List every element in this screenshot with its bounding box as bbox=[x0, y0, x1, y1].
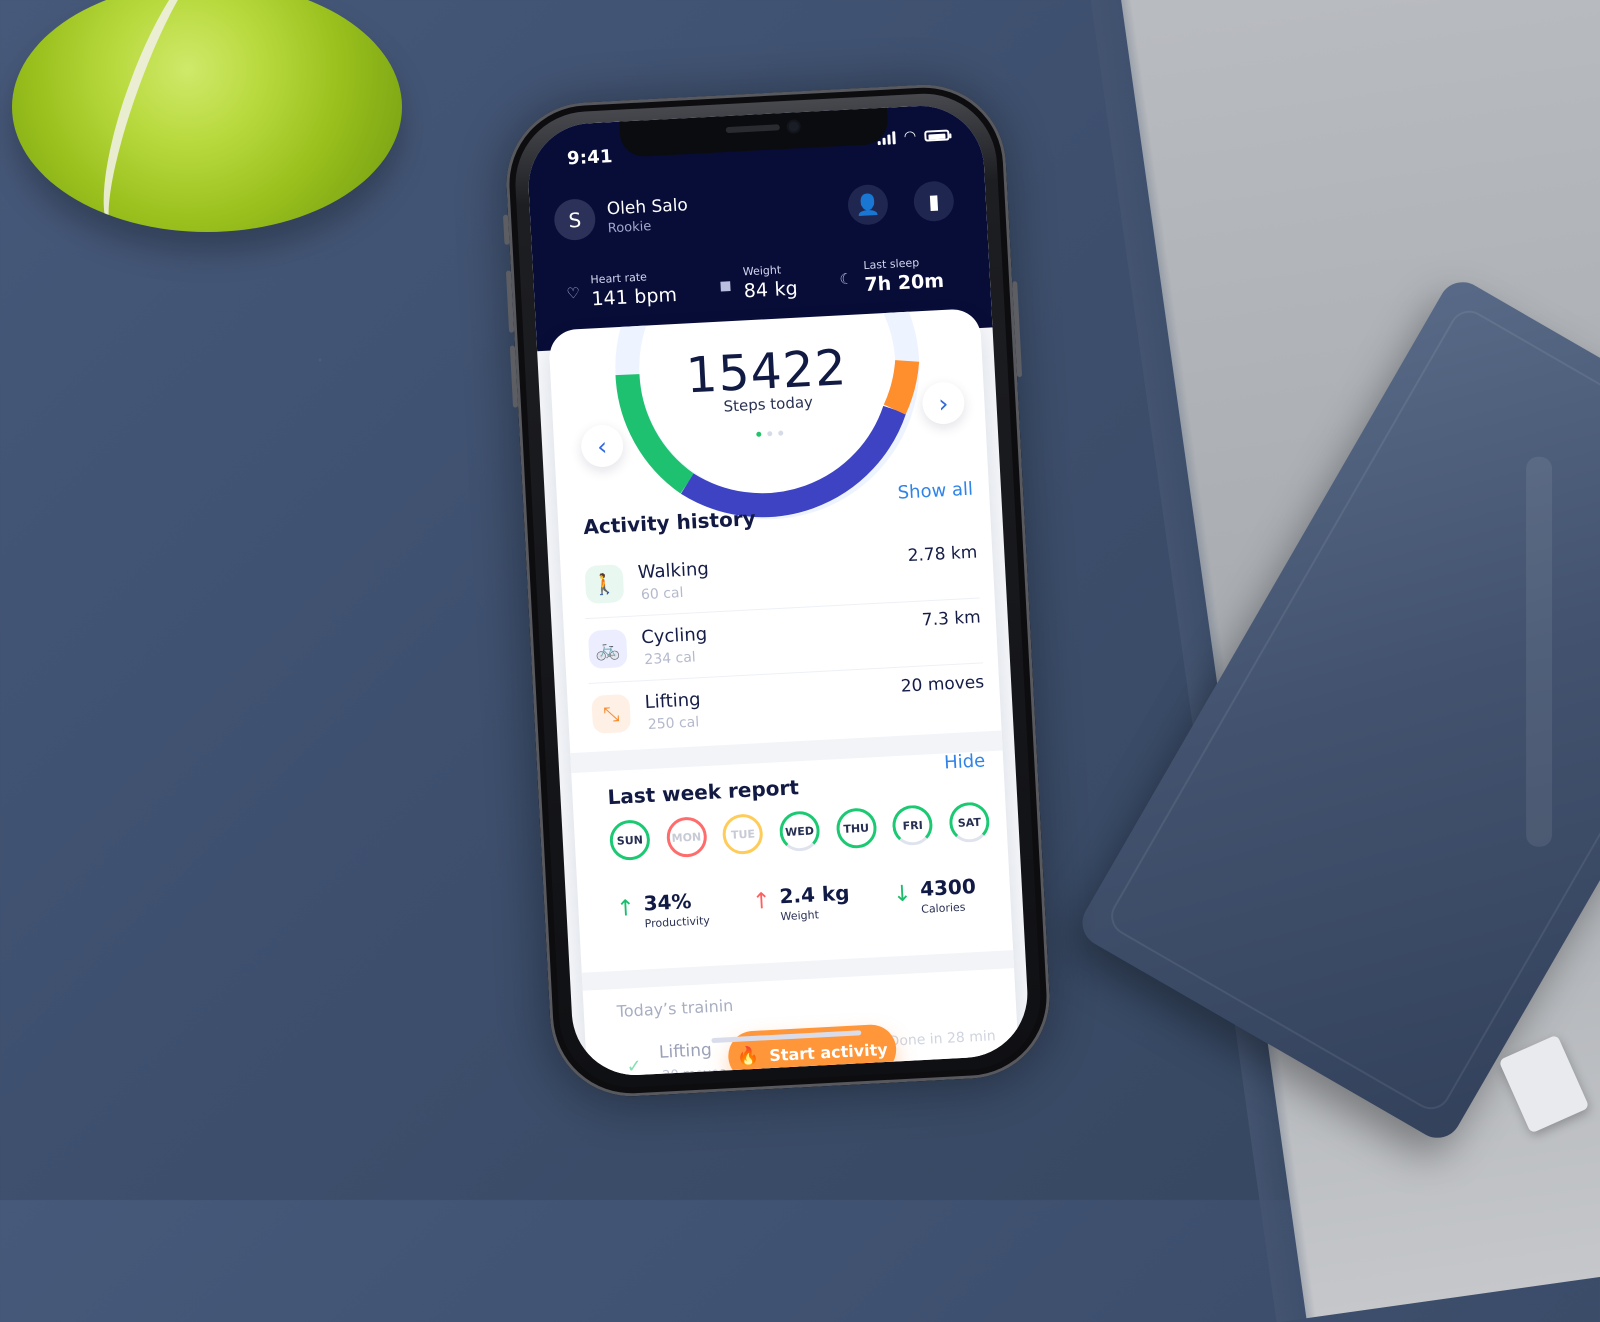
arrow-up-icon: ↑ bbox=[615, 895, 636, 922]
wifi-icon: ◜◝ bbox=[904, 128, 916, 145]
activity-name: Walking bbox=[637, 558, 710, 584]
avatar: S bbox=[553, 198, 597, 242]
activity-calories: 60 cal bbox=[640, 584, 684, 604]
cycling-icon: 🚲 bbox=[587, 629, 628, 669]
profile-block[interactable]: S Oleh Salo Rookie bbox=[553, 193, 689, 242]
activity-list: 🚶 Walking 60 cal 2.78 km 🚲 Cycling 234 c… bbox=[581, 533, 987, 748]
heart-rate-icon: ♡ bbox=[565, 283, 581, 303]
report-label: Productivity bbox=[644, 914, 711, 931]
add-user-icon: 👤 bbox=[854, 192, 881, 218]
profile-level: Rookie bbox=[607, 219, 652, 237]
day-thu[interactable]: THU bbox=[835, 807, 878, 850]
report-value: 34% bbox=[643, 888, 693, 916]
activity-value: 20 moves bbox=[900, 672, 985, 697]
calories-stat: ↓ 4300 Calories bbox=[892, 874, 977, 917]
activity-name: Lifting bbox=[644, 689, 702, 714]
productivity-stat: ↑ 34% Productivity bbox=[615, 888, 711, 932]
week-report-title: Last week report bbox=[606, 775, 800, 810]
bar-chart-icon: ▮ bbox=[927, 189, 940, 214]
day-wed[interactable]: WED bbox=[778, 810, 821, 853]
report-value: 2.4 kg bbox=[778, 880, 851, 909]
walking-icon: 🚶 bbox=[584, 564, 625, 605]
page-dot bbox=[767, 431, 773, 437]
metric-label: Last sleep bbox=[863, 256, 920, 273]
phone-frame: 9:41 ◜◝ S Oleh Salo Rookie 👤 ▮ ♡ Heart r… bbox=[502, 80, 1054, 1101]
fire-icon: 🔥 bbox=[736, 1045, 760, 1068]
activity-calories: 250 cal bbox=[647, 714, 700, 733]
training-title: Today’s trainin bbox=[616, 995, 734, 1021]
start-activity-button[interactable]: 🔥 Start activity bbox=[727, 1023, 898, 1079]
week-days: SUN MON TUE WED THU FRI SAT bbox=[608, 801, 991, 862]
report-stats: ↑ 34% Productivity ↑ 2.4 kg Weight ↓ 430… bbox=[616, 874, 978, 932]
page-dot bbox=[778, 430, 784, 436]
metric-value: 7h 20m bbox=[863, 269, 945, 297]
metrics-row: ♡ Heart rate 141 bpm ◼ Weight 84 kg ☾ La… bbox=[563, 255, 945, 312]
metric-value: 84 kg bbox=[743, 277, 799, 303]
chevron-right-icon: › bbox=[937, 388, 950, 418]
profile-name: Oleh Salo bbox=[606, 195, 689, 220]
chevron-left-icon: ‹ bbox=[596, 431, 608, 461]
report-label: Weight bbox=[780, 908, 820, 924]
metric-weight: ◼ Weight 84 kg bbox=[715, 263, 798, 304]
weight-icon: ◼ bbox=[718, 275, 733, 295]
training-done: Done in 28 min bbox=[888, 1028, 997, 1050]
activity-value: 2.78 km bbox=[907, 542, 978, 567]
arrow-up-icon: ↑ bbox=[751, 888, 772, 915]
day-tue[interactable]: TUE bbox=[721, 813, 765, 856]
activity-value: 7.3 km bbox=[921, 607, 982, 631]
metric-sleep: ☾ Last sleep 7h 20m bbox=[836, 255, 945, 298]
metric-label: Weight bbox=[742, 263, 782, 279]
check-icon: ✓ bbox=[626, 1055, 643, 1078]
weight-stat: ↑ 2.4 kg Weight bbox=[751, 881, 850, 925]
status-time: 9:41 bbox=[566, 146, 614, 170]
activity-calories: 234 cal bbox=[644, 649, 697, 669]
show-all-link[interactable]: Show all bbox=[897, 479, 973, 504]
lifting-icon: ⤡ bbox=[591, 693, 632, 734]
report-value: 4300 bbox=[919, 874, 977, 901]
day-sat[interactable]: SAT bbox=[948, 801, 991, 844]
report-label: Calories bbox=[920, 900, 966, 916]
speaker bbox=[725, 124, 780, 134]
page-dot bbox=[756, 431, 762, 437]
day-fri[interactable]: FRI bbox=[891, 804, 934, 847]
moon-icon: ☾ bbox=[838, 269, 854, 288]
battery-icon bbox=[924, 128, 950, 142]
add-friend-button[interactable]: 👤 bbox=[846, 183, 889, 226]
activity-name: Cycling bbox=[640, 623, 708, 649]
phone-side-button bbox=[1012, 281, 1023, 378]
day-sun[interactable]: SUN bbox=[608, 819, 651, 862]
phone-side-button bbox=[509, 345, 519, 408]
main-card: 15422 Steps today ‹ › Activity history S… bbox=[548, 308, 1020, 1079]
training-name: Lifting bbox=[658, 1040, 713, 1063]
stats-button[interactable]: ▮ bbox=[912, 180, 955, 223]
hide-report-link[interactable]: Hide bbox=[944, 750, 986, 773]
phone-side-button bbox=[502, 214, 510, 245]
tennis-ball bbox=[12, 0, 402, 232]
phone-screen: 9:41 ◜◝ S Oleh Salo Rookie 👤 ▮ ♡ Heart r… bbox=[525, 102, 1031, 1079]
phone-side-button bbox=[505, 270, 515, 333]
camera bbox=[788, 121, 799, 132]
status-icons: ◜◝ bbox=[877, 126, 950, 146]
section-separator bbox=[581, 950, 1015, 991]
metric-value: 141 bpm bbox=[590, 283, 678, 311]
day-mon[interactable]: MON bbox=[665, 816, 708, 859]
start-activity-label: Start activity bbox=[768, 1039, 889, 1065]
arrow-down-icon: ↓ bbox=[892, 881, 913, 908]
metric-heart-rate: ♡ Heart rate 141 bpm bbox=[563, 269, 678, 312]
